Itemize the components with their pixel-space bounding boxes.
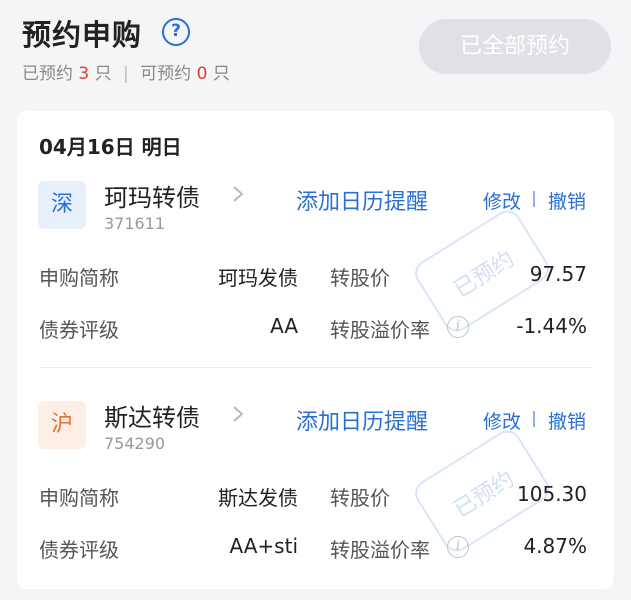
link-divider [533,411,535,427]
reserved-count: 3 [78,64,90,84]
chevron-right-icon[interactable] [231,404,245,424]
info-icon[interactable]: i [447,536,469,558]
market-badge-sh: 沪 [38,401,86,449]
subscribe-abbr-label: 申购简称 [39,486,119,510]
add-calendar-reminder-link[interactable]: 添加日历提醒 [296,184,428,216]
summary-separator: | [123,64,129,84]
bond-name[interactable]: 斯达转债 [104,398,200,433]
available-unit: 只 [212,64,230,84]
reserved-stamp-text: 已预约 [449,246,519,303]
bond-item: 深 珂玛转债 371611 添加日历提醒 修改 撤销 已预约 申购简称 珂玛发债… [17,169,614,379]
conversion-price-label: 转股价 [330,486,390,510]
bond-name[interactable]: 珂玛转债 [104,178,200,213]
bond-item: 沪 斯达转债 754290 添加日历提醒 修改 撤销 已预约 申购简称 斯达发债… [17,389,614,589]
modify-link[interactable]: 修改 [483,187,521,214]
conversion-premium-value: 4.87% [523,534,587,558]
bond-code: 754290 [104,434,166,453]
conversion-price-value: 97.57 [529,262,587,286]
subscription-date: 04月16日 明日 [39,135,182,159]
bond-rating-label: 债券评级 [39,538,119,562]
add-calendar-reminder-link[interactable]: 添加日历提醒 [296,404,428,436]
all-reserved-button[interactable]: 已全部预约 [419,19,611,74]
subscription-card: 04月16日 明日 深 珂玛转债 371611 添加日历提醒 修改 撤销 已预约… [17,111,614,589]
subscribe-abbr-value: 斯达发债 [218,486,298,510]
chevron-right-icon[interactable] [231,184,245,204]
available-label: 可预约 [140,64,192,84]
available-count: 0 [196,64,208,84]
conversion-price-label: 转股价 [330,266,390,290]
reservation-summary: 已预约 3 只 | 可预约 0 只 [22,59,230,84]
bond-rating-value: AA+sti [229,534,299,558]
bond-divider [39,367,592,368]
bond-code: 371611 [104,214,166,233]
subscribe-abbr-value: 珂玛发债 [218,266,298,290]
conversion-premium-label: 转股溢价率 [330,318,430,342]
page-title: 预约申购 [22,18,143,52]
cancel-link[interactable]: 撤销 [548,187,586,214]
conversion-price-value: 105.30 [517,482,587,506]
bond-rating-label: 债券评级 [39,318,119,342]
reserved-unit: 只 [94,64,112,84]
reserved-label: 已预约 [22,64,73,84]
info-icon[interactable]: i [447,316,469,338]
page-header: 预约申购 ? 已预约 3 只 | 可预约 0 只 已全部预约 [0,0,631,100]
conversion-premium-value: -1.44% [516,314,587,338]
link-divider [533,191,535,207]
subscribe-abbr-label: 申购简称 [39,266,119,290]
bond-rating-value: AA [270,314,298,338]
conversion-premium-label: 转股溢价率 [330,538,430,562]
modify-link[interactable]: 修改 [483,407,521,434]
cancel-link[interactable]: 撤销 [548,407,586,434]
help-icon[interactable]: ? [162,18,190,46]
market-badge-sz: 深 [38,181,86,229]
